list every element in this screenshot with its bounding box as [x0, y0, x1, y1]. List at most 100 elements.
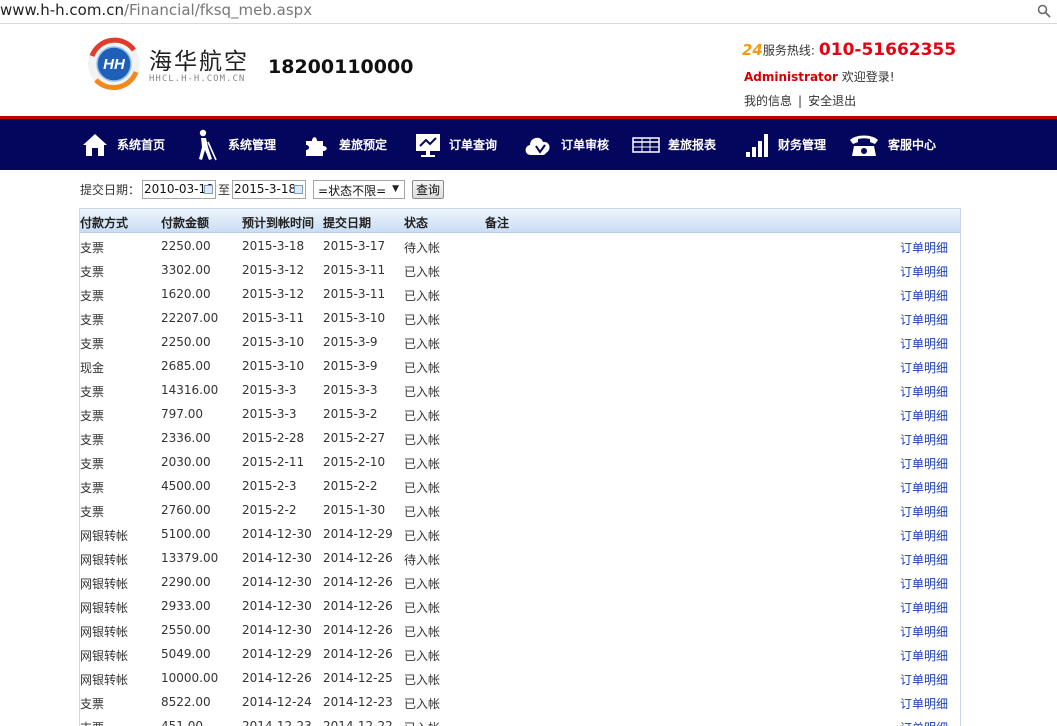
nav-item-travel-booking[interactable]: 差旅预定: [303, 119, 387, 170]
cell-amount: 2933.00: [161, 599, 211, 613]
nav-label: 订单审核: [561, 138, 610, 152]
logout-link[interactable]: 安全退出: [808, 94, 856, 108]
order-detail-link[interactable]: 订单明细: [900, 551, 948, 568]
cell-submit-date: 2014-12-26: [323, 647, 393, 661]
search-icon[interactable]: [1037, 4, 1051, 18]
cell-amount: 3302.00: [161, 263, 211, 277]
cell-submit-date: 2015-3-11: [323, 287, 386, 301]
order-detail-link[interactable]: 订单明细: [900, 407, 948, 424]
link-separator: |: [798, 94, 803, 108]
order-detail-link[interactable]: 订单明细: [900, 575, 948, 592]
order-detail-link[interactable]: 订单明细: [900, 359, 948, 376]
table-row: 支票 1620.00 2015-3-12 2015-3-11 已入帐 订单明细: [80, 281, 960, 305]
nav-item-order-review[interactable]: 订单审核: [523, 119, 609, 170]
nav-item-system-management[interactable]: 系统管理: [192, 119, 276, 170]
order-detail-link[interactable]: 订单明细: [900, 311, 948, 328]
cell-pay-method: 网银转帐: [80, 577, 129, 591]
table-row: 现金 2685.00 2015-3-10 2015-3-9 已入帐 订单明细: [80, 353, 960, 377]
order-detail-link[interactable]: 订单明细: [900, 599, 948, 616]
header-remark: 备注: [485, 216, 510, 230]
cell-status: 已入帐: [404, 481, 441, 495]
logo-icon[interactable]: HH: [86, 36, 142, 92]
cell-expected-time: 2015-2-11: [242, 455, 305, 469]
cell-status: 已入帐: [404, 505, 441, 519]
order-detail-link[interactable]: 订单明细: [900, 431, 948, 448]
cell-pay-method: 支票: [80, 409, 105, 423]
cell-pay-method: 网银转帐: [80, 649, 129, 663]
order-detail-link[interactable]: 订单明细: [900, 719, 948, 726]
order-detail-link[interactable]: 订单明细: [900, 455, 948, 472]
cell-pay-method: 支票: [80, 433, 105, 447]
table-header: 付款方式 付款金额 预计到帐时间 提交日期 状态 备注: [80, 209, 960, 233]
cell-status: 已入帐: [404, 265, 441, 279]
cell-amount: 2250.00: [161, 335, 211, 349]
cell-submit-date: 2014-12-25: [323, 671, 393, 685]
cell-status: 已入帐: [404, 433, 441, 447]
cell-expected-time: 2015-3-10: [242, 335, 305, 349]
browser-address-bar[interactable]: www.h-h.com.cn/Financial/fksq_meb.aspx: [0, 0, 1057, 24]
url-text[interactable]: www.h-h.com.cn/Financial/fksq_meb.aspx: [0, 1, 312, 19]
cloud-icon: [525, 137, 550, 155]
nav-item-travel-report[interactable]: 差旅报表: [632, 119, 716, 170]
start-date-input[interactable]: 2010-03-18: [142, 179, 217, 199]
cell-status: 已入帐: [404, 361, 441, 375]
nav-label: 订单查询: [449, 138, 498, 152]
cell-expected-time: 2014-12-30: [242, 623, 312, 637]
cell-status: 已入帐: [404, 457, 441, 471]
cell-submit-date: 2015-2-27: [323, 431, 386, 445]
nav-item-order-query[interactable]: 订单查询: [415, 119, 497, 170]
cell-expected-time: 2014-12-23: [242, 719, 312, 726]
table-row: 支票 451.00 2014-12-23 2014-12-22 已入帐 订单明细: [80, 713, 960, 726]
main-nav: 系统首页 系统管理 差旅预定 订单查询 订单审核 差旅报表 财务管理 客服中心: [0, 119, 1057, 170]
nav-item-home[interactable]: 系统首页: [81, 119, 165, 170]
cell-submit-date: 2015-3-10: [323, 311, 386, 325]
cell-status: 已入帐: [404, 409, 441, 423]
cell-submit-date: 2015-1-30: [323, 503, 386, 517]
order-detail-link[interactable]: 订单明细: [900, 527, 948, 544]
order-detail-link[interactable]: 订单明细: [900, 263, 948, 280]
order-detail-link[interactable]: 订单明细: [900, 479, 948, 496]
order-detail-link[interactable]: 订单明细: [900, 503, 948, 520]
cell-pay-method: 支票: [80, 385, 105, 399]
calendar-icon[interactable]: [294, 184, 304, 194]
cell-amount: 5100.00: [161, 527, 211, 541]
cell-amount: 4500.00: [161, 479, 211, 493]
cell-status: 已入帐: [404, 601, 441, 615]
cell-amount: 8522.00: [161, 695, 211, 709]
end-date-input[interactable]: 2015-3-18: [232, 179, 307, 199]
table-row: 支票 2250.00 2015-3-10 2015-3-9 已入帐 订单明细: [80, 329, 960, 353]
table-row: 支票 14316.00 2015-3-3 2015-3-3 已入帐 订单明细: [80, 377, 960, 401]
header-status: 状态: [404, 216, 429, 230]
order-detail-link[interactable]: 订单明细: [900, 335, 948, 352]
cell-submit-date: 2015-3-2: [323, 407, 378, 421]
end-date-value: 2015-3-18: [234, 181, 297, 196]
order-detail-link[interactable]: 订单明细: [900, 287, 948, 304]
board-icon: [416, 133, 440, 157]
order-detail-link[interactable]: 订单明细: [900, 671, 948, 688]
nav-item-finance[interactable]: 财务管理: [744, 119, 826, 170]
order-detail-link[interactable]: 订单明细: [900, 647, 948, 664]
nav-label: 差旅报表: [668, 138, 717, 152]
table-row: 网银转帐 10000.00 2014-12-26 2014-12-25 已入帐 订单明细: [80, 665, 960, 689]
cell-submit-date: 2014-12-26: [323, 551, 393, 565]
order-detail-link[interactable]: 订单明细: [900, 695, 948, 712]
cell-submit-date: 2015-3-11: [323, 263, 386, 277]
cell-expected-time: 2015-3-3: [242, 383, 297, 397]
nav-label: 财务管理: [778, 138, 827, 152]
cell-amount: 2290.00: [161, 575, 211, 589]
table-row: 支票 8522.00 2014-12-24 2014-12-23 已入帐 订单明细: [80, 689, 960, 713]
order-detail-link[interactable]: 订单明细: [900, 383, 948, 400]
hotline-24-badge: 24: [742, 41, 763, 59]
order-detail-link[interactable]: 订单明细: [900, 623, 948, 640]
cell-amount: 14316.00: [161, 383, 219, 397]
header-pay-method: 付款方式: [80, 216, 129, 230]
status-select[interactable]: =状态不限= ▼: [313, 179, 406, 199]
query-button[interactable]: 查询: [412, 179, 445, 199]
cell-submit-date: 2015-3-17: [323, 239, 386, 253]
cell-pay-method: 支票: [80, 719, 104, 726]
calendar-icon[interactable]: [204, 184, 214, 194]
nav-item-customer-service[interactable]: 客服中心: [848, 119, 936, 170]
status-selected: =状态不限=: [318, 183, 387, 198]
my-info-link[interactable]: 我的信息: [744, 94, 792, 108]
order-detail-link[interactable]: 订单明细: [900, 239, 948, 256]
